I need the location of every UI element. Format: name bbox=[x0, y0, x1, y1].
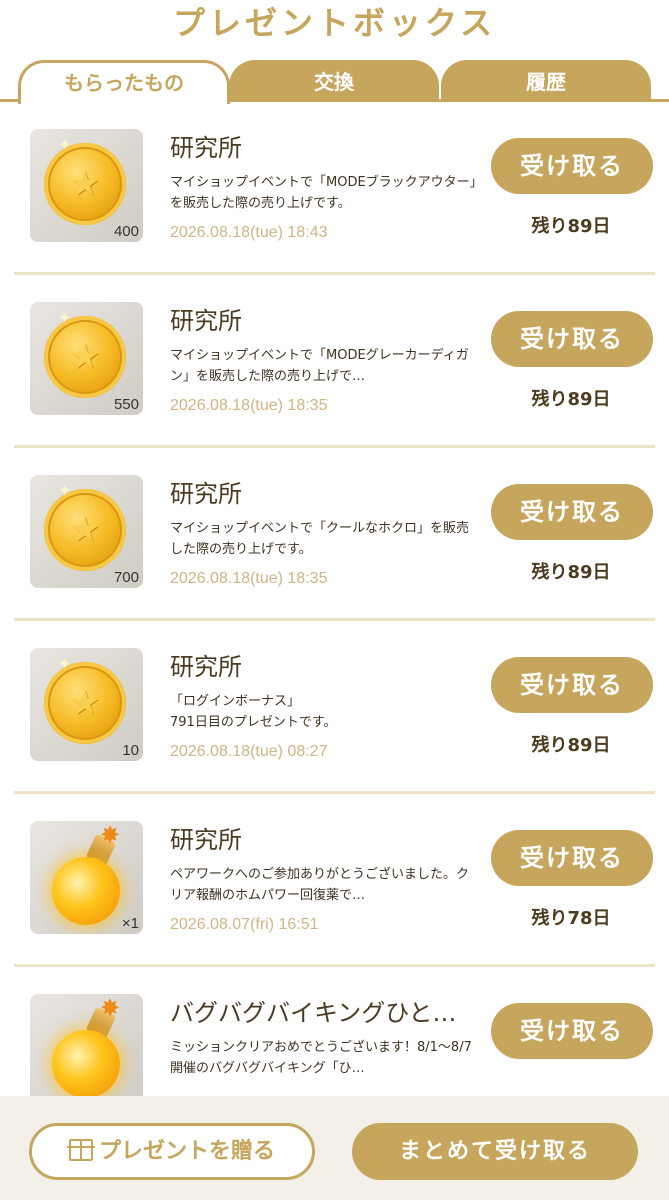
item-thumbnail: ✸ ×1 bbox=[30, 821, 143, 934]
item-date: 2026.08.18(tue) 08:27 bbox=[170, 743, 328, 760]
gold-coin-icon bbox=[44, 662, 126, 744]
item-sender: 研究所 bbox=[170, 134, 242, 162]
item-description: マイショップイベントで「クールなホクロ」を販売した際の売り上げです。 bbox=[170, 521, 470, 557]
item-description: マイショップイベントで「MODEブラックアウター」を販売した際の売り上げです。 bbox=[170, 175, 477, 211]
gift-box-icon bbox=[66, 1139, 95, 1161]
remaining-days: 残り89日 bbox=[531, 216, 611, 237]
gold-coin-icon bbox=[44, 489, 126, 571]
remaining-days: 残り89日 bbox=[531, 562, 611, 583]
tab-exchange[interactable]: 交換 bbox=[229, 60, 439, 102]
item-date: 2026.08.07(fri) 16:51 bbox=[170, 916, 319, 933]
item-date: 2026.08.18(tue) 18:35 bbox=[170, 570, 328, 587]
receive-button[interactable]: 受け取る bbox=[491, 657, 653, 713]
remaining-days: 残り89日 bbox=[531, 389, 611, 410]
item-sender: 研究所 bbox=[170, 653, 242, 681]
present-list[interactable]: ✦ 400 研究所 マイショップイベントで「MODEブラックアウター」を販売した… bbox=[0, 102, 669, 1096]
receive-button[interactable]: 受け取る bbox=[491, 484, 653, 540]
item-quantity: ×1 bbox=[121, 915, 139, 932]
item-thumbnail: ✦ 10 bbox=[30, 648, 143, 761]
page-title: プレゼントボックス bbox=[172, 4, 497, 42]
item-sender: 研究所 bbox=[170, 480, 242, 508]
gold-coin-icon bbox=[44, 143, 126, 225]
item-quantity: 700 bbox=[113, 569, 139, 586]
item-description: 「ログインボーナス」 791日目のプレゼントです。 bbox=[170, 694, 337, 730]
item-thumbnail: ✦ 400 bbox=[30, 129, 143, 242]
potion-bottle-icon bbox=[52, 1030, 120, 1096]
item-description: ペアワークへのご参加ありがとうございました。クリア報酬のホムパワー回復薬で… bbox=[170, 867, 470, 903]
send-gift-label: プレゼントを贈る bbox=[98, 1139, 275, 1164]
present-item: ✸ ×1 研究所 ペアワークへのご参加ありがとうございました。クリア報酬のホムパ… bbox=[14, 794, 655, 967]
receive-button[interactable]: 受け取る bbox=[491, 138, 653, 194]
item-quantity: 400 bbox=[113, 223, 139, 240]
send-gift-button[interactable]: プレゼントを贈る bbox=[29, 1123, 315, 1180]
item-description: ミッションクリアおめでとうございます！8/1〜8/7開催のバグバグバイキング「ひ… bbox=[170, 1040, 472, 1076]
present-item: ✦ 700 研究所 マイショップイベントで「クールなホクロ」を販売した際の売り上… bbox=[14, 448, 655, 621]
potion-bottle-icon bbox=[52, 857, 120, 925]
remaining-days: 残り89日 bbox=[531, 735, 611, 756]
item-thumbnail: ✦ 700 bbox=[30, 475, 143, 588]
item-date: 2026.08.18(tue) 18:35 bbox=[170, 397, 328, 414]
tab-bar: もらったもの 交換 履歴 bbox=[0, 58, 669, 104]
gold-coin-icon bbox=[44, 316, 126, 398]
receive-button[interactable]: 受け取る bbox=[491, 311, 653, 367]
tab-received[interactable]: もらったもの bbox=[18, 60, 230, 104]
present-item: ✦ 550 研究所 マイショップイベントで「MODEグレーカーディガン」を販売し… bbox=[14, 275, 655, 448]
footer-bar: プレゼントを贈る まとめて受け取る bbox=[0, 1096, 669, 1200]
receive-all-button[interactable]: まとめて受け取る bbox=[352, 1123, 638, 1180]
item-quantity: 550 bbox=[113, 396, 139, 413]
item-thumbnail: ✦ 550 bbox=[30, 302, 143, 415]
remaining-days: 残り78日 bbox=[531, 908, 611, 929]
receive-button[interactable]: 受け取る bbox=[491, 1003, 653, 1059]
item-date: 2026.08.18(tue) 18:43 bbox=[170, 224, 328, 241]
present-item: ✸ バグバグバイキングひと… ミッションクリアおめでとうございます！8/1〜8/… bbox=[14, 967, 655, 1096]
item-description: マイショップイベントで「MODEグレーカーディガン」を販売した際の売り上げで… bbox=[170, 348, 469, 384]
present-item: ✦ 400 研究所 マイショップイベントで「MODEブラックアウター」を販売した… bbox=[14, 102, 655, 275]
item-quantity: 10 bbox=[122, 742, 139, 759]
item-sender: 研究所 bbox=[170, 307, 242, 335]
present-item: ✦ 10 研究所 「ログインボーナス」 791日目のプレゼントです。 2026.… bbox=[14, 621, 655, 794]
receive-button[interactable]: 受け取る bbox=[491, 830, 653, 886]
tab-history[interactable]: 履歴 bbox=[441, 60, 651, 102]
item-sender: 研究所 bbox=[170, 826, 242, 854]
item-sender: バグバグバイキングひと… bbox=[170, 999, 457, 1027]
item-thumbnail: ✸ bbox=[30, 994, 143, 1096]
